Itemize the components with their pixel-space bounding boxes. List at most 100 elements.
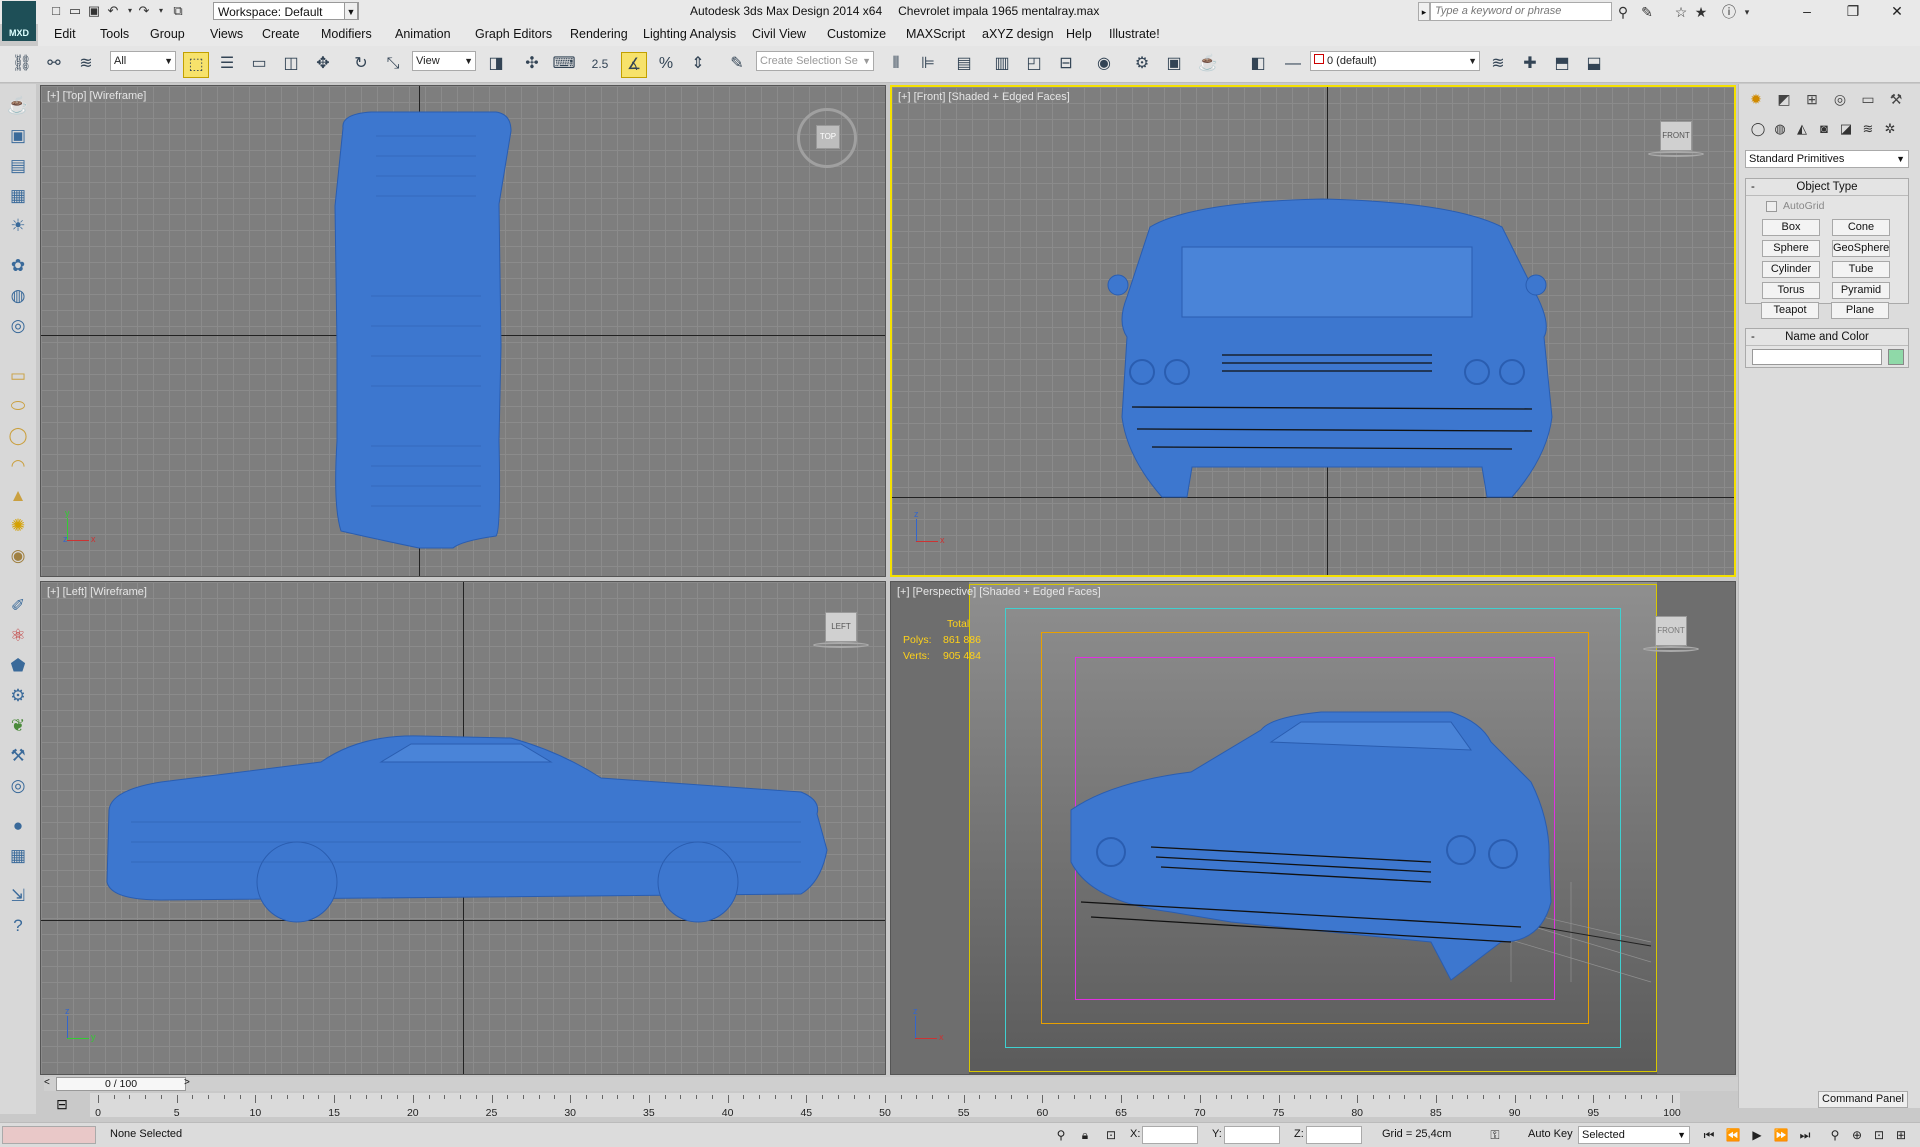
play-icon[interactable]: ▶ bbox=[1748, 1127, 1766, 1143]
blob-icon[interactable]: ⬭ bbox=[5, 394, 31, 418]
pivot-center-icon[interactable]: ◨ bbox=[484, 52, 508, 76]
select-object-icon[interactable]: ⬚ bbox=[183, 52, 209, 78]
cylinder-button[interactable]: Cylinder bbox=[1762, 261, 1820, 278]
track-bar[interactable]: 0 5 10 15 20 25 30 35 40 45 50 55 60 65 70 75 80 85 90 95 10… bbox=[90, 1093, 1681, 1119]
teapot-icon[interactable]: ☕ bbox=[5, 94, 31, 118]
z-coordinate-input[interactable] bbox=[1306, 1126, 1362, 1144]
menu-customize[interactable]: Customize bbox=[827, 27, 886, 41]
star-icon[interactable]: ★ bbox=[1692, 3, 1710, 21]
menu-graph-editors[interactable]: Graph Editors bbox=[475, 27, 552, 41]
key-filter-dropdown[interactable]: Selected ▼ bbox=[1578, 1126, 1690, 1144]
spinner-snap-icon[interactable]: ⇕ bbox=[686, 52, 710, 76]
next-frame-icon[interactable]: ⏩ bbox=[1772, 1127, 1790, 1143]
lights-icon[interactable]: ◭ bbox=[1793, 120, 1811, 138]
rendered-frame-window-icon[interactable]: ▣ bbox=[1162, 52, 1186, 76]
pyramid-button[interactable]: Pyramid bbox=[1832, 282, 1890, 299]
go-to-start-icon[interactable]: ⏮ bbox=[1700, 1127, 1718, 1143]
menu-animation[interactable]: Animation bbox=[395, 27, 451, 41]
menu-modifiers[interactable]: Modifiers bbox=[321, 27, 372, 41]
display-tab-icon[interactable]: ▭ bbox=[1857, 88, 1879, 110]
geosphere-button[interactable]: GeoSphere bbox=[1832, 240, 1890, 257]
edit-named-selection-icon[interactable]: ✎ bbox=[725, 52, 749, 76]
utilities-tab-icon[interactable]: ⚒ bbox=[1885, 88, 1907, 110]
plane-button[interactable]: Plane bbox=[1831, 302, 1889, 319]
render-production-icon[interactable]: ☕ bbox=[1196, 52, 1220, 76]
object-color-swatch[interactable] bbox=[1888, 349, 1904, 365]
viewport-perspective[interactable]: [+] [Perspective] [Shaded + Edged Faces]… bbox=[890, 581, 1736, 1075]
mirror-icon[interactable]: ⫴ bbox=[884, 52, 908, 76]
shapes-icon[interactable]: ◍ bbox=[1771, 120, 1789, 138]
target-icon[interactable]: ◎ bbox=[5, 774, 31, 798]
light-icon[interactable]: ☀ bbox=[5, 214, 31, 238]
scale-icon[interactable]: ⤡ bbox=[381, 52, 405, 76]
previous-frame-icon[interactable]: ⏪ bbox=[1724, 1127, 1742, 1143]
box-button[interactable]: Box bbox=[1762, 219, 1820, 236]
object-type-header[interactable]: - Object Type bbox=[1746, 179, 1908, 196]
absolute-mode-icon[interactable]: ⊡ bbox=[1102, 1127, 1120, 1143]
layer-toolbar-icon[interactable]: ◧ bbox=[1246, 52, 1270, 76]
key-icon[interactable]: ⚿ bbox=[1486, 1127, 1504, 1143]
keyboard-shortcut-override-icon[interactable]: ⌨ bbox=[552, 52, 576, 76]
select-manipulate-icon[interactable]: ✣ bbox=[520, 52, 544, 76]
go-to-end-icon[interactable]: ⏭ bbox=[1796, 1127, 1814, 1143]
auto-key-button[interactable]: Auto Key bbox=[1528, 1128, 1573, 1140]
material-editor-icon[interactable]: ◉ bbox=[1092, 52, 1116, 76]
viewcube-ring[interactable]: TOP bbox=[797, 108, 857, 168]
menu-create[interactable]: Create bbox=[262, 27, 300, 41]
add-to-layer-icon[interactable]: ✚ bbox=[1518, 52, 1542, 76]
layer-dropdown[interactable]: 0 (default) ▼ bbox=[1310, 51, 1480, 71]
grid-icon[interactable]: ▦ bbox=[5, 844, 31, 868]
graphite-ribbon-icon[interactable]: ▥ bbox=[990, 52, 1014, 76]
schematic-view-icon[interactable]: ⊟ bbox=[1054, 52, 1078, 76]
zoom-all-icon[interactable]: ⊕ bbox=[1848, 1127, 1866, 1143]
menu-civil-view[interactable]: Civil View bbox=[752, 27, 806, 41]
restore-icon[interactable]: ❐ bbox=[1830, 0, 1876, 24]
disc-icon[interactable]: ◉ bbox=[5, 544, 31, 568]
systems-icon[interactable]: ✲ bbox=[1881, 120, 1899, 138]
motion-tab-icon[interactable]: ◎ bbox=[1829, 88, 1851, 110]
dome-icon[interactable]: ◠ bbox=[5, 454, 31, 478]
help-dropdown-icon[interactable]: ▾ bbox=[1738, 3, 1756, 21]
teapot-button[interactable]: Teapot bbox=[1761, 302, 1819, 319]
link-icon[interactable]: ⛓ bbox=[10, 52, 34, 76]
globe-icon[interactable]: ◍ bbox=[5, 284, 31, 308]
search-expand-icon[interactable]: ▸ bbox=[1418, 2, 1430, 21]
zoom-icon[interactable]: ⚲ bbox=[1826, 1127, 1844, 1143]
maxscript-listener-input[interactable] bbox=[2, 1126, 96, 1144]
save-icon[interactable]: ▣ bbox=[86, 3, 102, 19]
redo-dropdown-icon[interactable]: ▾ bbox=[153, 3, 169, 19]
render-icon[interactable]: ▣ bbox=[5, 124, 31, 148]
torus-button[interactable]: Torus bbox=[1762, 282, 1820, 299]
viewcube-ring[interactable] bbox=[1643, 646, 1699, 652]
plant-icon[interactable]: ❦ bbox=[5, 714, 31, 738]
isolate-icon[interactable]: ⚲ bbox=[1052, 1127, 1070, 1143]
gear-icon[interactable]: ⚙ bbox=[5, 684, 31, 708]
cone-icon[interactable]: ▲ bbox=[5, 484, 31, 508]
sphere-icon[interactable]: ● bbox=[5, 814, 31, 838]
rotate-icon[interactable]: ↻ bbox=[349, 52, 373, 76]
create-tab-icon[interactable]: ✹ bbox=[1745, 88, 1767, 110]
modify-tab-icon[interactable]: ◩ bbox=[1773, 88, 1795, 110]
named-selection-dropdown[interactable]: Create Selection Se ▼ bbox=[756, 51, 874, 71]
brush-icon[interactable]: ✐ bbox=[5, 594, 31, 618]
tool-icon[interactable]: ⚒ bbox=[5, 744, 31, 768]
lock-selection-icon[interactable]: 🔒︎ bbox=[1076, 1127, 1094, 1143]
layer-visibility-icon[interactable]: — — bbox=[1276, 52, 1310, 96]
viewcube-face[interactable]: LEFT bbox=[825, 612, 857, 642]
zoom-extents-icon[interactable]: ⊡ bbox=[1870, 1127, 1888, 1143]
slider-prev-icon[interactable]: < bbox=[44, 1077, 50, 1088]
new-file-icon[interactable]: □ bbox=[48, 3, 64, 19]
viewport-left[interactable]: [+] [Left] [Wireframe] LEFT z y bbox=[40, 581, 886, 1075]
cameras-icon[interactable]: ◙ bbox=[1815, 120, 1833, 138]
time-slider[interactable]: < 0 / 100 > bbox=[44, 1077, 1738, 1091]
geometry-icon[interactable]: ◯ bbox=[1749, 120, 1767, 138]
viewcube[interactable]: FRONT bbox=[1648, 121, 1704, 167]
menu-rendering[interactable]: Rendering bbox=[570, 27, 628, 41]
helpers-icon[interactable]: ◪ bbox=[1837, 120, 1855, 138]
plane-icon[interactable]: ▭ bbox=[5, 364, 31, 388]
viewcube-ring[interactable] bbox=[1648, 151, 1704, 157]
move-icon[interactable]: ✥ bbox=[311, 52, 335, 76]
question-icon[interactable]: ? bbox=[5, 914, 31, 938]
sun-icon[interactable]: ✺ bbox=[5, 514, 31, 538]
name-and-color-header[interactable]: - Name and Color bbox=[1746, 329, 1908, 346]
